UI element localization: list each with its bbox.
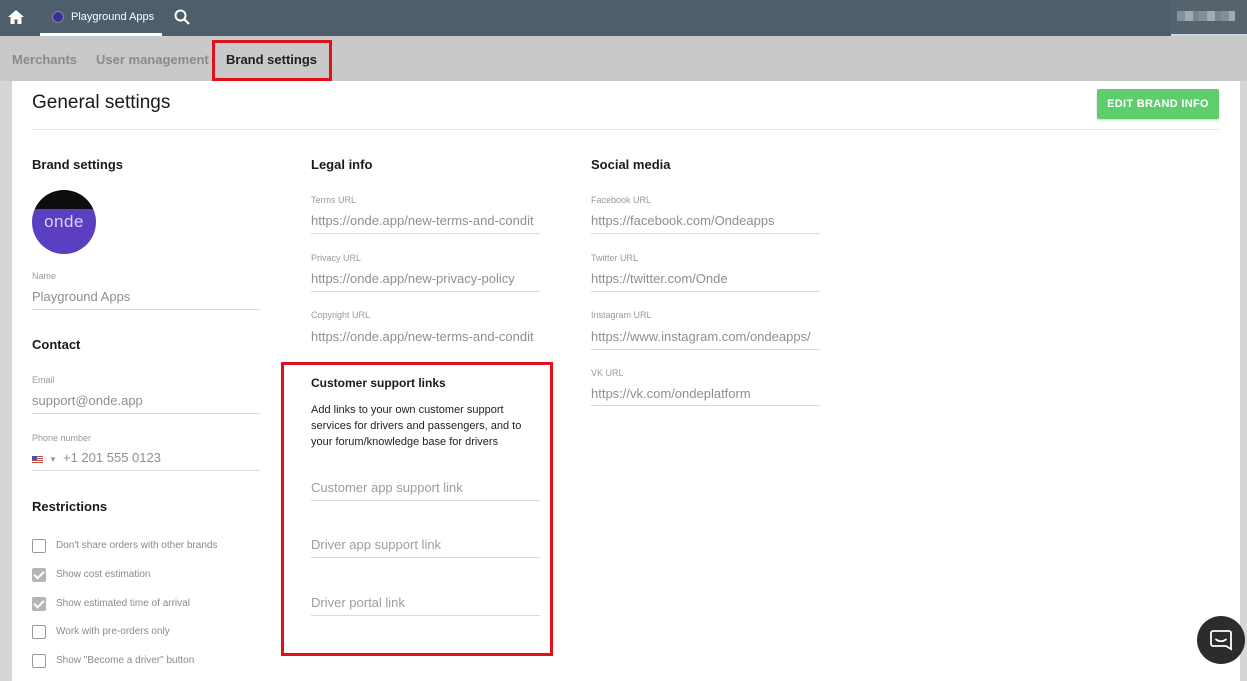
email-underline [32,413,260,414]
contact-title: Contact [32,337,81,352]
page-title: General settings [32,92,171,113]
name-underline [32,309,260,310]
social-media-title: Social media [591,157,671,172]
phone-underline [32,470,260,471]
copyright-url-label: Copyright URL [311,310,371,320]
legal-info-title: Legal info [311,157,373,172]
instagram-url-field[interactable]: https://www.instagram.com/ondeapps/ [591,329,820,344]
facebook-url-field[interactable]: https://facebook.com/Ondeapps [591,213,820,228]
checkbox-show-cost-estimation[interactable] [32,568,46,582]
portal-link-underline [311,615,540,616]
instagram-url-label: Instagram URL [591,310,652,320]
header-divider [32,129,1219,130]
top-bar: Playground Apps [0,0,1247,36]
user-avatar [1177,11,1235,21]
vk-url-field[interactable]: https://vk.com/ondeplatform [591,386,820,401]
brand-logo-text: onde [44,212,84,231]
twitter-url-underline [591,291,820,292]
checkbox-label: Show "Become a driver" button [56,655,195,666]
app-tab-label: Playground Apps [71,10,155,23]
checkbox-label: Show estimated time of arrival [56,598,190,609]
instagram-url-underline [591,349,820,350]
checkbox-dont-share-orders[interactable] [32,539,46,553]
phone-label: Phone number [32,433,92,443]
customer-app-support-link-input[interactable]: Customer app support link [311,480,463,495]
name-field[interactable]: Playground Apps [32,289,260,304]
tab-user-management[interactable]: User management [96,52,209,67]
checkbox-label: Show cost estimation [56,569,151,580]
vk-url-label: VK URL [591,368,624,378]
vk-url-underline [591,405,820,406]
email-field[interactable]: support@onde.app [32,393,260,408]
copyright-url-field[interactable]: https://onde.app/new-terms-and-condit [311,329,540,344]
email-label: Email [32,375,55,385]
search-icon[interactable] [173,8,191,26]
driver-portal-link-input[interactable]: Driver portal link [311,595,405,610]
customer-support-description: Add links to your own customer support s… [311,404,522,448]
chat-launcher-button[interactable] [1197,616,1245,664]
terms-url-underline [311,233,540,234]
driver-app-support-link-input[interactable]: Driver app support link [311,537,441,552]
app-tab[interactable]: Playground Apps [40,0,162,36]
restrictions-title: Restrictions [32,499,108,514]
us-flag-icon[interactable] [32,456,43,464]
sub-navigation: Merchants User management Brand settings [0,36,1247,81]
checkbox-label: Work with pre-orders only [56,626,170,637]
privacy-url-underline [311,291,540,292]
twitter-url-label: Twitter URL [591,253,639,263]
brand-settings-title: Brand settings [32,157,124,172]
twitter-url-field[interactable]: https://twitter.com/Onde [591,271,820,286]
terms-url-label: Terms URL [311,195,357,205]
highlight-brand-settings-tab [212,40,332,81]
app-logo-icon [52,10,64,23]
phone-field[interactable]: +1 201 555 0123 [63,450,260,465]
checkbox-become-driver-button[interactable] [32,654,46,668]
terms-url-field[interactable]: https://onde.app/new-terms-and-condit [311,213,540,228]
home-icon[interactable] [7,8,25,26]
checkbox-show-eta[interactable] [32,597,46,611]
privacy-url-label: Privacy URL [311,253,362,263]
facebook-url-underline [591,233,820,234]
customer-link-underline [311,500,540,501]
facebook-url-label: Facebook URL [591,195,652,205]
chat-icon [1210,630,1232,651]
checkbox-label: Don't share orders with other brands [56,540,218,551]
user-menu[interactable] [1171,0,1247,36]
checkbox-pre-orders-only[interactable] [32,625,46,639]
tab-merchants[interactable]: Merchants [12,52,77,67]
privacy-url-field[interactable]: https://onde.app/new-privacy-policy [311,271,540,286]
name-label: Name [32,271,57,281]
edit-brand-info-button[interactable]: EDIT BRAND INFO [1097,89,1219,119]
customer-support-title: Customer support links [311,376,446,390]
brand-logo: onde [32,190,96,254]
driver-link-underline [311,557,540,558]
chevron-down-icon[interactable]: ▼ [49,455,57,464]
